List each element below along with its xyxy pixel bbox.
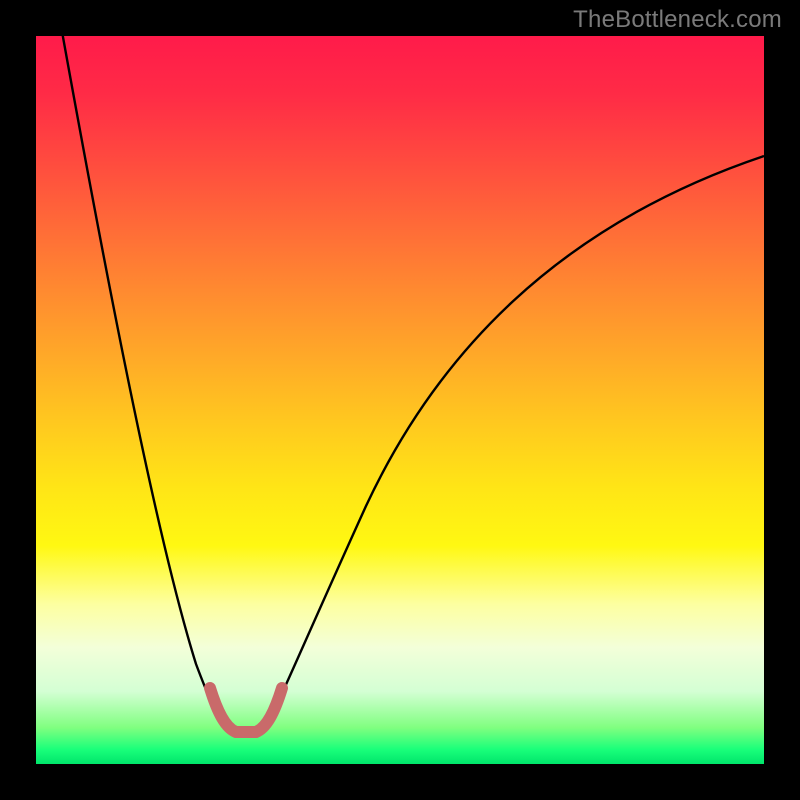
plot-area xyxy=(36,36,764,764)
left-curve xyxy=(61,36,224,724)
valley-overlay xyxy=(210,688,282,732)
chart-svg xyxy=(36,36,764,764)
watermark-text: TheBottleneck.com xyxy=(573,6,782,34)
right-curve xyxy=(268,156,764,724)
